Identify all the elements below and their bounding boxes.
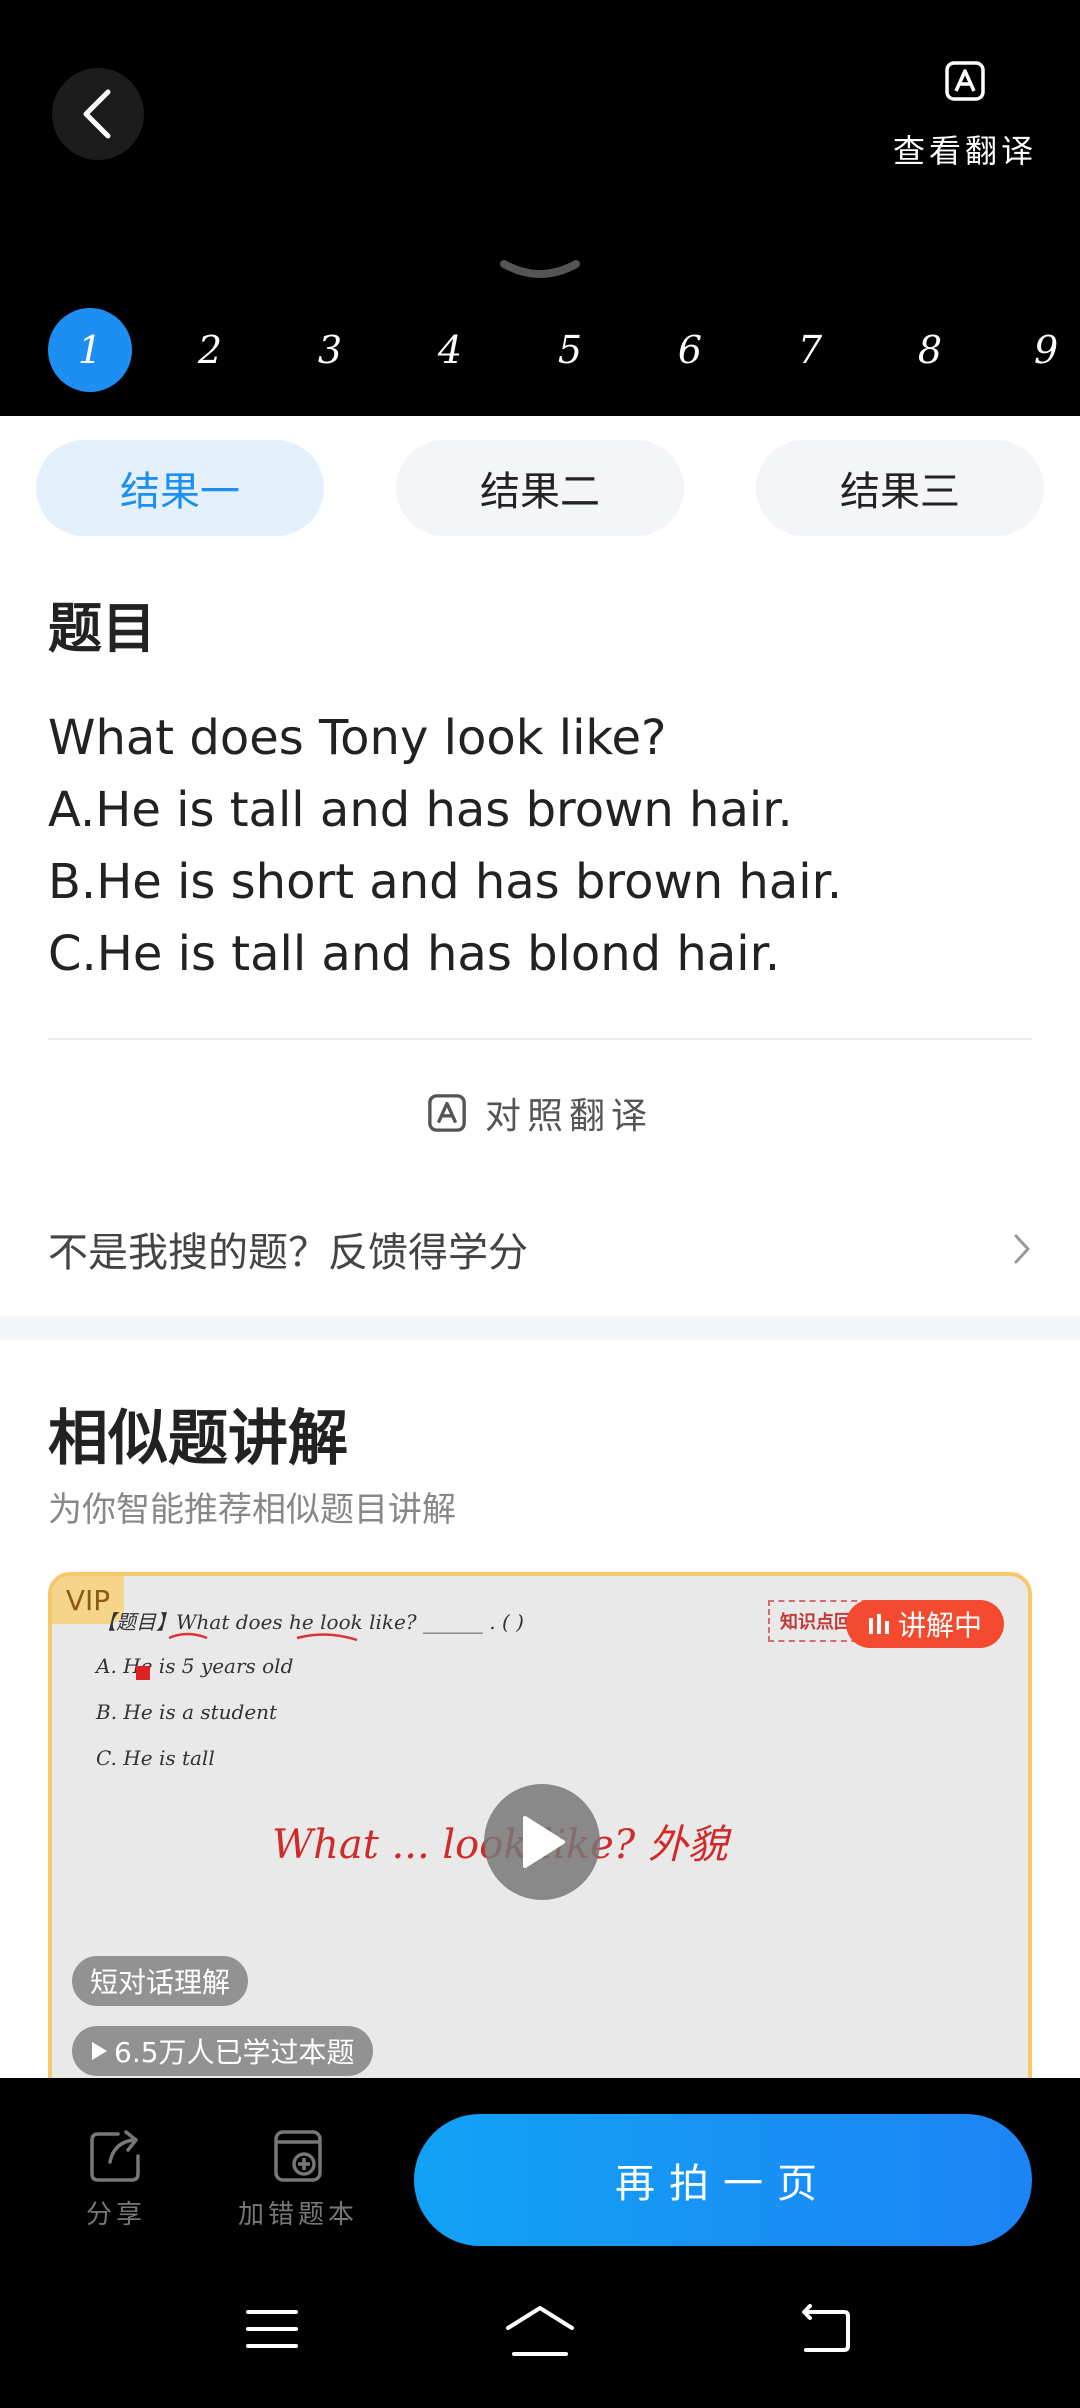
feedback-label: 不是我搜的题？反馈得学分 xyxy=(48,1230,528,1276)
share-label: 分享 xyxy=(85,2200,146,2230)
result-content: 结果一 结果二 结果三 题目 What does Tony look like?… xyxy=(0,416,1080,2078)
board-option-c: C. He is tall xyxy=(96,1746,215,1770)
add-wrong-book-button[interactable]: 加错题本 xyxy=(228,2128,368,2231)
page-tab-4[interactable]: 4 xyxy=(408,308,492,392)
board-option-a: A. He is 5 years old xyxy=(96,1654,294,1678)
chevron-right-icon xyxy=(1014,1234,1030,1264)
similar-section-title: 相似题讲解 xyxy=(48,1404,348,1474)
page-tab-1[interactable]: 1 xyxy=(48,308,132,392)
question-heading: 题目 xyxy=(48,597,156,660)
chevron-left-icon xyxy=(83,89,111,139)
divider xyxy=(48,1038,1032,1040)
question-stem: What does Tony look like? xyxy=(48,710,667,766)
collapse-handle-icon[interactable] xyxy=(500,258,580,284)
add-wrong-book-label: 加错题本 xyxy=(237,2200,358,2230)
page-tab-3[interactable]: 3 xyxy=(288,308,372,392)
share-icon xyxy=(90,2130,140,2182)
play-small-icon xyxy=(92,2042,107,2060)
page-tab-6[interactable]: 6 xyxy=(648,308,732,392)
contrast-translate-button[interactable]: 对照翻译 xyxy=(0,1076,1080,1150)
contrast-translate-label: 对照翻译 xyxy=(484,1096,653,1137)
play-icon xyxy=(523,1816,565,1868)
cursor-dot xyxy=(136,1666,150,1680)
bottom-action-bar: 分享 加错题本 再拍一页 xyxy=(0,2078,1080,2258)
view-translation-label: 查看翻译 xyxy=(892,132,1037,170)
topic-tag: 短对话理解 xyxy=(72,1956,249,2006)
underline-mark-icon xyxy=(168,1632,358,1642)
page-tab-9[interactable]: 9 xyxy=(1004,308,1080,392)
option-c: C.He is tall and has blond hair. xyxy=(48,926,781,982)
tab-result-1[interactable]: 结果一 xyxy=(36,440,324,536)
tab-result-3[interactable]: 结果三 xyxy=(756,440,1044,536)
learned-count-label: 6.5万人已学过本题 xyxy=(114,2036,355,2069)
add-notebook-icon xyxy=(274,2130,322,2182)
live-explaining-badge: 讲解中 xyxy=(845,1600,1004,1648)
share-button[interactable]: 分享 xyxy=(46,2128,186,2231)
tab-result-2[interactable]: 结果二 xyxy=(396,440,684,536)
page-tab-bar: 1 2 3 4 5 6 7 8 9 xyxy=(0,308,1080,400)
menu-icon[interactable] xyxy=(244,2304,300,2354)
view-translation-button[interactable]: 查看翻译 xyxy=(890,56,1040,176)
home-icon[interactable] xyxy=(504,2304,576,2358)
system-navigation-bar xyxy=(0,2258,1080,2408)
live-label: 讲解中 xyxy=(897,1609,982,1642)
page-tab-2[interactable]: 2 xyxy=(168,308,252,392)
learned-count-tag: 6.5万人已学过本题 xyxy=(72,2026,373,2076)
option-a: A.He is tall and has brown hair. xyxy=(48,782,793,838)
section-separator xyxy=(0,1316,1080,1340)
back-button[interactable] xyxy=(52,68,144,160)
back-nav-icon[interactable] xyxy=(796,2304,852,2354)
equalizer-icon xyxy=(868,1614,889,1634)
translate-icon xyxy=(428,1094,466,1132)
retake-page-button[interactable]: 再拍一页 xyxy=(414,2114,1032,2246)
similar-section-subtitle: 为你智能推荐相似题目讲解 xyxy=(48,1490,456,1530)
feedback-row[interactable]: 不是我搜的题？反馈得学分 xyxy=(48,1212,1032,1286)
explanation-video-card[interactable]: VIP 【题目】What does he look like? ______ .… xyxy=(48,1572,1032,2078)
page-tab-8[interactable]: 8 xyxy=(888,308,972,392)
board-option-b: B. He is a student xyxy=(96,1700,278,1724)
result-tab-bar: 结果一 结果二 结果三 xyxy=(0,440,1080,536)
option-b: B.He is short and has brown hair. xyxy=(48,854,843,910)
top-header: 查看翻译 1 2 3 4 5 6 7 8 9 xyxy=(0,0,1080,416)
page-tab-7[interactable]: 7 xyxy=(768,308,852,392)
play-button[interactable] xyxy=(484,1784,600,1900)
translate-icon xyxy=(945,61,985,101)
question-body: What does Tony look like? A.He is tall a… xyxy=(48,702,1038,990)
page-tab-5[interactable]: 5 xyxy=(528,308,612,392)
